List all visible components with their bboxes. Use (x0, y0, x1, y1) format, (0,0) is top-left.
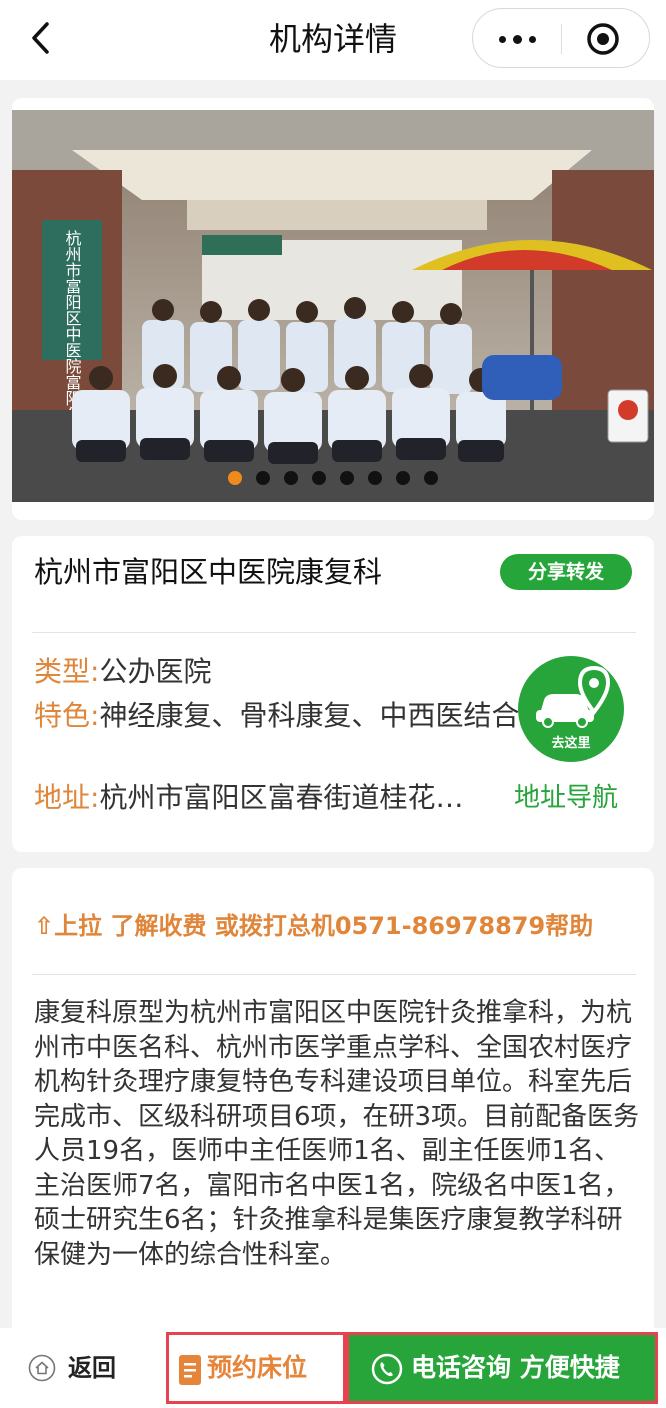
institution-type-row: 类型:公办医院 (34, 654, 514, 690)
carousel-dot[interactable] (424, 471, 438, 485)
nav-bar: 机构详情 (0, 0, 666, 80)
divider (32, 974, 636, 975)
institution-feature-row: 特色:神经康复、骨科康复、中西医结合 (34, 698, 522, 734)
target-circle-icon[interactable] (585, 21, 621, 57)
banner-photo[interactable]: 杭州市富阳区中医院富阳分院 (12, 110, 654, 502)
bottom-action-bar: 返回 预约床位 电话咨询 方便快捷 (0, 1328, 666, 1408)
phone-consult-button[interactable]: 电话咨询 方便快捷 (346, 1332, 658, 1404)
phone-icon (371, 1353, 403, 1385)
feature-label: 特色: (34, 699, 100, 732)
reserve-bed-button[interactable]: 预约床位 (166, 1332, 346, 1404)
banner-card: 杭州市富阳区中医院富阳分院 (12, 98, 654, 520)
carousel-dot[interactable] (340, 471, 354, 485)
mini-program-capsule (472, 8, 650, 68)
capsule-divider (561, 24, 562, 54)
document-icon (179, 1355, 201, 1385)
department-description: 康复科原型为杭州市富阳区中医院针灸推拿科，为杭州市中医名科、杭州市医学重点学科、… (34, 998, 640, 1270)
carousel-dot[interactable] (312, 471, 326, 485)
more-dots-icon[interactable] (473, 9, 561, 67)
institution-name: 杭州市富阳区中医院康复科 (34, 555, 383, 589)
back-label: 返回 (68, 1354, 116, 1382)
institution-address-row: 地址:杭州市富阳区富春街道桂花… (34, 780, 514, 816)
carousel-dot[interactable] (284, 471, 298, 485)
carousel-dot[interactable] (396, 471, 410, 485)
share-button[interactable]: 分享转发 (500, 554, 632, 590)
type-label: 类型: (34, 655, 100, 688)
feature-value: 神经康复、骨科康复、中西医结合 (99, 699, 520, 732)
pull-up-hint[interactable]: ⇧上拉 了解收费 或拨打总机0571-86978879帮助 (34, 906, 644, 941)
institution-info-card: 杭州市富阳区中医院康复科 分享转发 类型:公办医院 特色:神经康复、骨科康复、中… (12, 536, 654, 852)
address-navigation-link[interactable]: 地址导航 (514, 780, 618, 816)
go-here-label: 去这里 (551, 736, 591, 751)
go-here-button[interactable]: 去这里 (518, 656, 624, 762)
type-value: 公办医院 (99, 655, 212, 688)
address-label: 地址: (34, 781, 100, 814)
carousel-dot[interactable] (228, 471, 242, 485)
home-icon (28, 1354, 56, 1382)
address-value: 杭州市富阳区富春街道桂花… (99, 781, 464, 814)
carousel-dots (0, 470, 666, 486)
divider (32, 632, 636, 633)
back-home-button[interactable]: 返回 (28, 1328, 158, 1408)
description-card: ⇧上拉 了解收费 或拨打总机0571-86978879帮助 康复科原型为杭州市富… (12, 868, 654, 1338)
back-chevron-icon[interactable] (22, 18, 62, 58)
car-location-icon (536, 665, 611, 728)
phone-consult-label: 电话咨询 方便快捷 (411, 1353, 620, 1382)
carousel-dot[interactable] (368, 471, 382, 485)
carousel-dot[interactable] (256, 471, 270, 485)
reserve-bed-label: 预约床位 (207, 1353, 308, 1382)
